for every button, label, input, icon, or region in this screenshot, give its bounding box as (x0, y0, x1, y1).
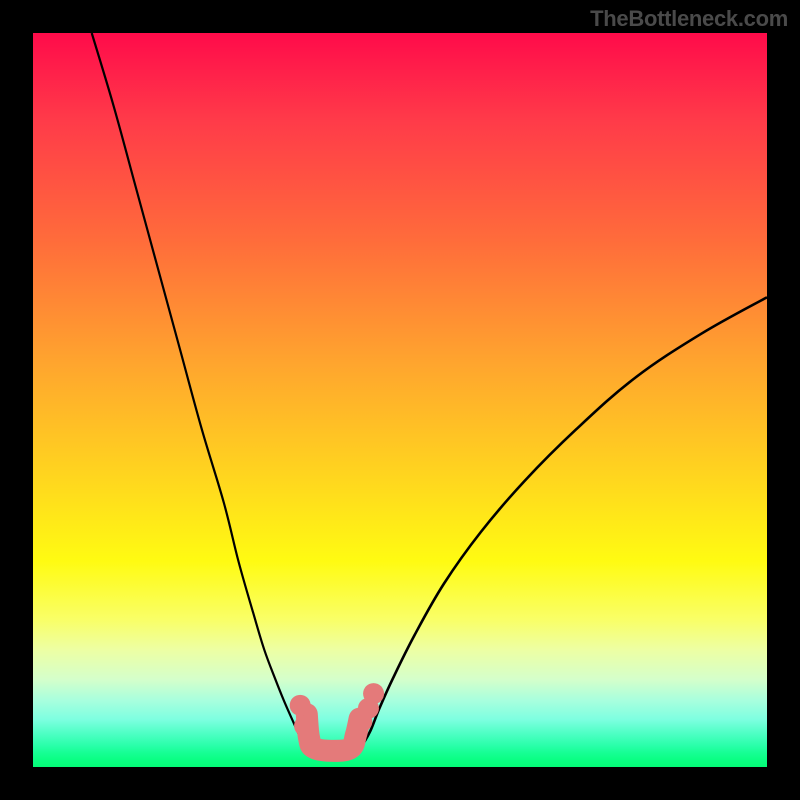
curve-left (92, 33, 311, 752)
sweet-spot-markers (290, 683, 384, 736)
sweet-spot-marker (290, 695, 311, 716)
sweet-spot-marker (294, 715, 315, 736)
sweet-spot-marker (363, 683, 384, 704)
curve-right (357, 297, 767, 752)
site-watermark: TheBottleneck.com (590, 6, 788, 32)
chart-svg (33, 33, 767, 767)
chart-area (33, 33, 767, 767)
